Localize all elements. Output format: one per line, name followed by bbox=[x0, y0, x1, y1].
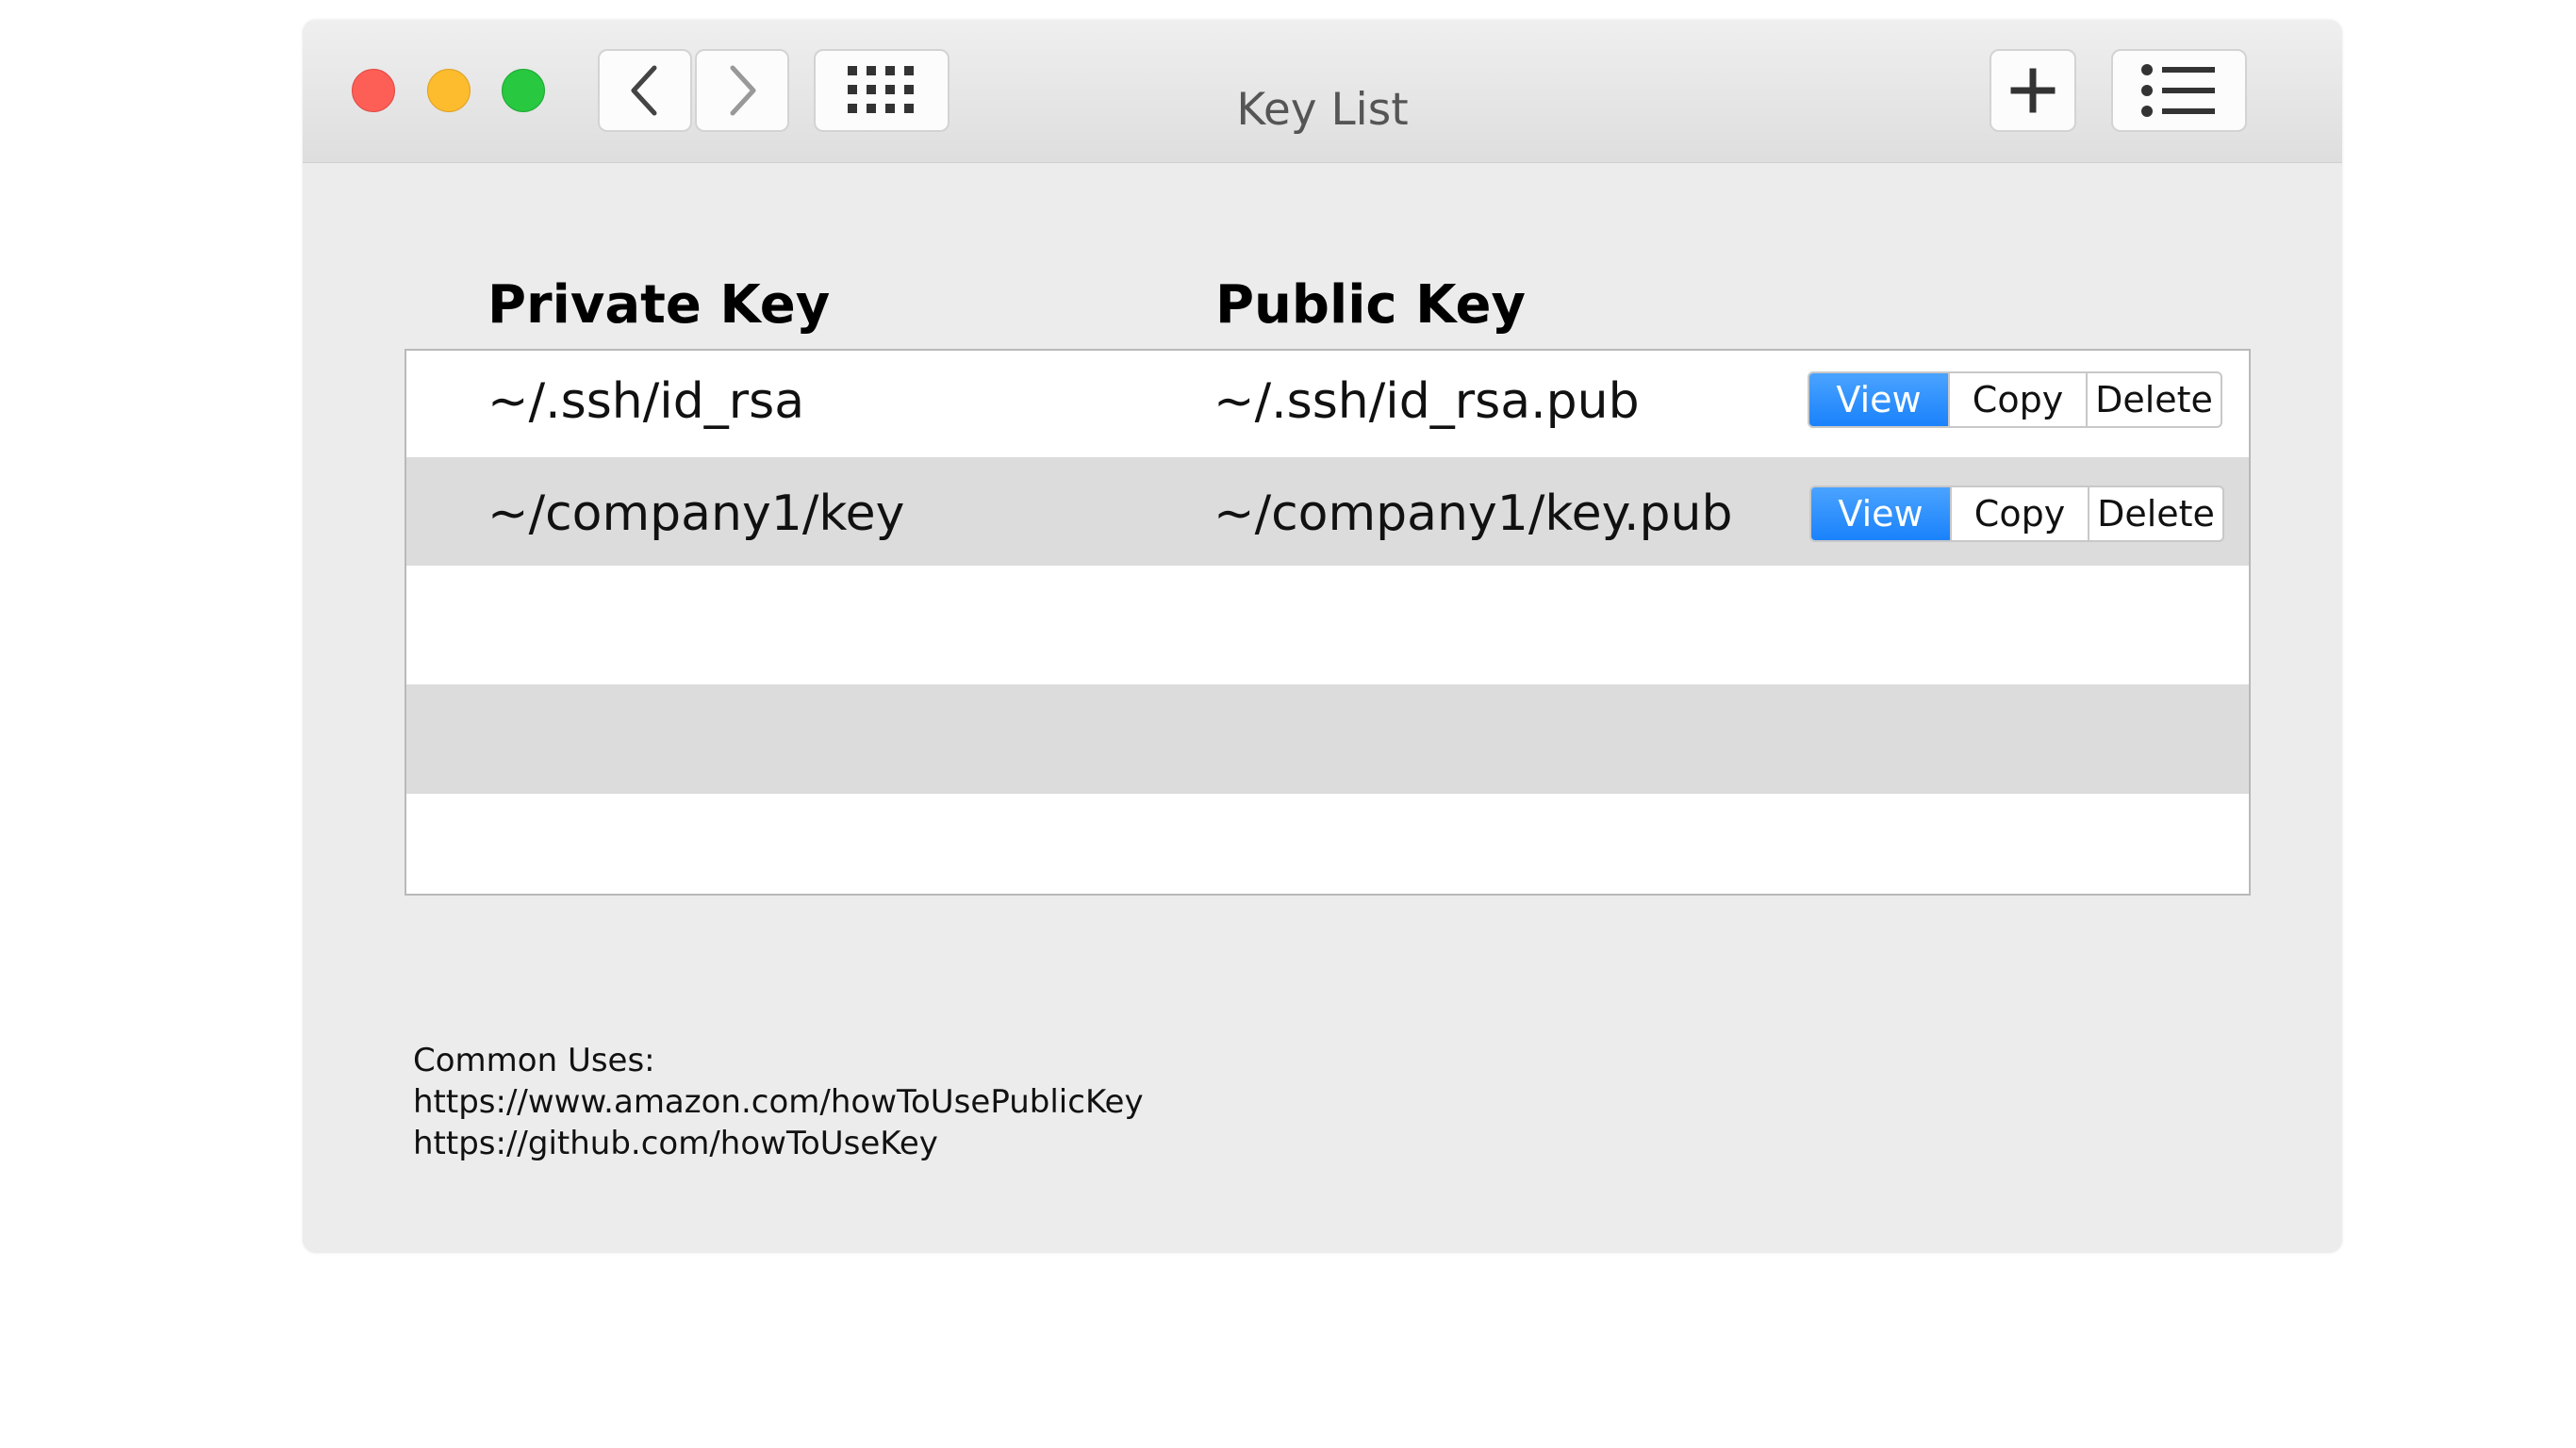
public-key-column-header: Public Key bbox=[1215, 274, 1526, 336]
view-button[interactable]: View bbox=[1809, 373, 1948, 426]
public-key-path: ~/company1/key.pub bbox=[1214, 485, 1733, 542]
empty-table-row bbox=[406, 684, 2249, 794]
amazon-link[interactable]: https://www.amazon.com/howToUsePublicKey bbox=[413, 1081, 1144, 1123]
plus-icon bbox=[2010, 68, 2056, 113]
list-view-button[interactable] bbox=[2111, 49, 2247, 132]
common-uses-section: Common Uses: https://www.amazon.com/howT… bbox=[413, 1040, 1144, 1164]
delete-button[interactable]: Delete bbox=[2086, 373, 2221, 426]
view-button[interactable]: View bbox=[1811, 487, 1950, 540]
copy-button[interactable]: Copy bbox=[1950, 487, 2088, 540]
row-actions: View Copy Delete bbox=[1809, 485, 2224, 542]
private-key-path: ~/company1/key bbox=[487, 485, 905, 542]
add-key-button[interactable] bbox=[1990, 49, 2076, 132]
private-key-column-header: Private Key bbox=[487, 274, 831, 336]
delete-button[interactable]: Delete bbox=[2088, 487, 2222, 540]
empty-table-row bbox=[406, 566, 2249, 684]
title-bar: Key List bbox=[303, 20, 2342, 163]
key-table: ~/.ssh/id_rsa ~/.ssh/id_rsa.pub View Cop… bbox=[405, 349, 2251, 896]
app-window: Key List Private Key Public Key ~/.ssh/i… bbox=[303, 20, 2342, 1253]
common-uses-heading: Common Uses: bbox=[413, 1042, 655, 1079]
empty-table-row bbox=[406, 794, 2249, 894]
table-row[interactable]: ~/company1/key ~/company1/key.pub View C… bbox=[406, 457, 2249, 566]
github-link[interactable]: https://github.com/howToUseKey bbox=[413, 1123, 1144, 1164]
private-key-path: ~/.ssh/id_rsa bbox=[487, 373, 805, 430]
list-icon bbox=[2141, 64, 2217, 117]
row-actions: View Copy Delete bbox=[1808, 371, 2222, 428]
public-key-path: ~/.ssh/id_rsa.pub bbox=[1214, 373, 1640, 430]
table-row[interactable]: ~/.ssh/id_rsa ~/.ssh/id_rsa.pub View Cop… bbox=[406, 351, 2249, 457]
copy-button[interactable]: Copy bbox=[1948, 373, 2086, 426]
